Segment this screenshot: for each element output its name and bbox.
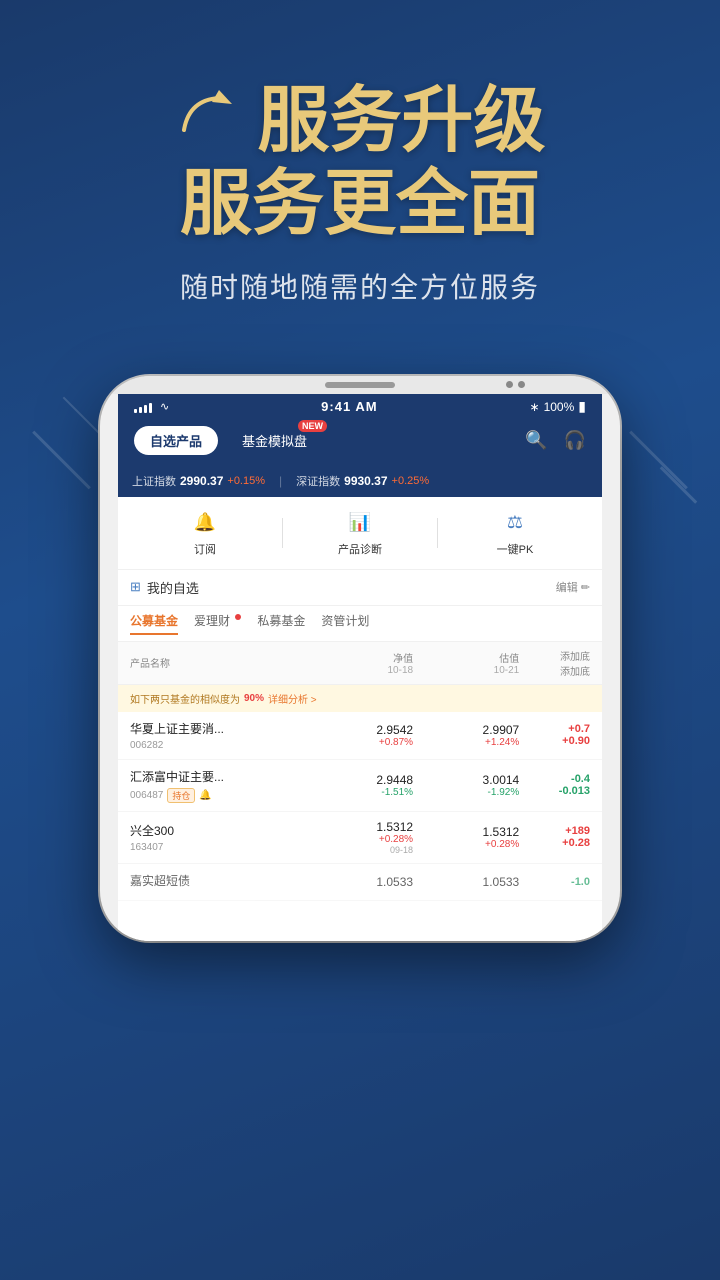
- app-tabs-bar: 自选产品 基金模拟盘 NEW 🔍 🎧: [118, 420, 602, 465]
- fund-info-2: 兴全300 163407: [130, 822, 307, 853]
- watchlist-header: ⊞ 我的自选 编辑 ✏: [118, 570, 602, 606]
- hold-badge: 持仓: [167, 788, 195, 803]
- th-name: 产品名称: [130, 655, 307, 670]
- new-badge: NEW: [298, 420, 327, 432]
- bluetooth-icon: ∗: [530, 400, 540, 414]
- similarity-notice: 如下两只基金的相似度为 90% 详细分析 >: [118, 685, 602, 712]
- fund-est-2: 1.5312 +0.28%: [413, 825, 519, 850]
- ticker-divider: |: [279, 474, 282, 488]
- header-section: 服务升级 服务更全面 随时随地随需的全方位服务: [0, 0, 720, 346]
- tab-dot: [235, 614, 241, 620]
- arrow-icon: [174, 80, 239, 163]
- diagnose-icon: 📊: [346, 509, 374, 537]
- edit-icon: ✏: [581, 581, 590, 594]
- pk-icon: ⚖: [501, 509, 529, 537]
- fund-est-1: 3.0014 -1.92%: [413, 773, 519, 798]
- main-title-line2: 服务更全面: [40, 163, 680, 246]
- fund-add-3: -1.0: [519, 876, 590, 888]
- fund-add-2: +189 +0.28: [519, 825, 590, 849]
- signal-bars: [134, 401, 152, 413]
- sz-ticker: 深证指数 9930.37 +0.25%: [296, 473, 429, 489]
- quick-action-diagnose[interactable]: 📊 产品诊断: [283, 509, 437, 557]
- fund-info-0: 华夏上证主要消... 006282: [130, 720, 307, 751]
- similarity-link[interactable]: 详细分析 >: [268, 691, 317, 706]
- status-right: ∗ 100% ▮: [530, 398, 586, 415]
- fund-add-1: -0.4 -0.013: [519, 773, 590, 797]
- fund-tabs: 公募基金 爱理财 私募基金 资管计划: [118, 606, 602, 642]
- fund-est-3: 1.0533: [413, 875, 519, 889]
- watchlist-edit[interactable]: 编辑 ✏: [556, 579, 590, 595]
- subtitle: 随时随地随需的全方位服务: [40, 266, 680, 306]
- quick-actions: 🔔 订阅 📊 产品诊断 ⚖ 一键PK: [118, 497, 602, 570]
- fund-est-0: 2.9907 +1.24%: [413, 723, 519, 748]
- fund-tab-asset[interactable]: 资管计划: [321, 612, 369, 635]
- subscribe-icon: 🔔: [191, 509, 219, 537]
- fund-tab-public[interactable]: 公募基金: [130, 612, 178, 635]
- bottom-fade: [118, 901, 602, 941]
- fund-row-3[interactable]: 嘉实超短债 1.0533 1.0533 -1.0: [118, 864, 602, 901]
- watchlist-icon: ⊞: [130, 579, 141, 595]
- fund-nav-3: 1.0533: [307, 875, 413, 889]
- th-add: 添加底 添加底: [519, 648, 590, 678]
- sh-ticker: 上证指数 2990.37 +0.15%: [132, 473, 265, 489]
- main-title-line1: 服务升级: [40, 80, 680, 163]
- phone-mockup: ∿ 9:41 AM ∗ 100% ▮ 自选产品 基金模拟盘 NEW 🔍 🎧: [100, 376, 620, 941]
- fund-add-0: +0.7 +0.90: [519, 723, 590, 747]
- watchlist-title: ⊞ 我的自选: [130, 578, 199, 597]
- status-left: ∿: [134, 400, 169, 413]
- market-ticker: 上证指数 2990.37 +0.15% | 深证指数 9930.37 +0.25…: [118, 465, 602, 497]
- fund-info-3: 嘉实超短债: [130, 872, 307, 892]
- fund-nav-1: 2.9448 -1.51%: [307, 773, 413, 798]
- status-bar: ∿ 9:41 AM ∗ 100% ▮: [118, 394, 602, 420]
- tab-fund-sim[interactable]: 基金模拟盘 NEW: [226, 426, 323, 455]
- quick-action-pk[interactable]: ⚖ 一键PK: [438, 509, 592, 557]
- fund-nav-0: 2.9542 +0.87%: [307, 723, 413, 748]
- search-icon[interactable]: 🔍: [525, 430, 547, 451]
- fund-tab-wealth[interactable]: 爱理财: [194, 612, 241, 635]
- battery-text: 100%: [544, 400, 575, 414]
- fund-nav-2: 1.5312 +0.28% 09-18: [307, 820, 413, 855]
- quick-action-subscribe[interactable]: 🔔 订阅: [128, 509, 282, 557]
- headset-icon[interactable]: 🎧: [564, 430, 586, 451]
- bell-icon: 🔔: [199, 790, 211, 801]
- phone-mockup-container: ∿ 9:41 AM ∗ 100% ▮ 自选产品 基金模拟盘 NEW 🔍 🎧: [0, 376, 720, 941]
- wifi-icon: ∿: [160, 400, 169, 413]
- th-nav: 净值 10-18: [307, 650, 413, 676]
- fund-row-2[interactable]: 兴全300 163407 1.5312 +0.28% 09-18 1.5312 …: [118, 812, 602, 864]
- table-header: 产品名称 净值 10-18 估值 10-21 添加底 添加底: [118, 642, 602, 685]
- fund-tab-private[interactable]: 私募基金: [257, 612, 305, 635]
- tab-self-select[interactable]: 自选产品: [134, 426, 218, 455]
- fund-row-0[interactable]: 华夏上证主要消... 006282 2.9542 +0.87% 2.9907 +…: [118, 712, 602, 760]
- tab-icons: 🔍 🎧: [525, 430, 586, 451]
- status-time: 9:41 AM: [321, 399, 377, 414]
- phone-screen: 上证指数 2990.37 +0.15% | 深证指数 9930.37 +0.25…: [118, 465, 602, 941]
- battery-icon: ▮: [578, 398, 586, 415]
- fund-row-1[interactable]: 汇添富中证主要... 006487 持仓 🔔 2.9448 -1.51% 3.0…: [118, 760, 602, 812]
- th-est: 估值 10-21: [413, 650, 519, 676]
- fund-info-1: 汇添富中证主要... 006487 持仓 🔔: [130, 768, 307, 803]
